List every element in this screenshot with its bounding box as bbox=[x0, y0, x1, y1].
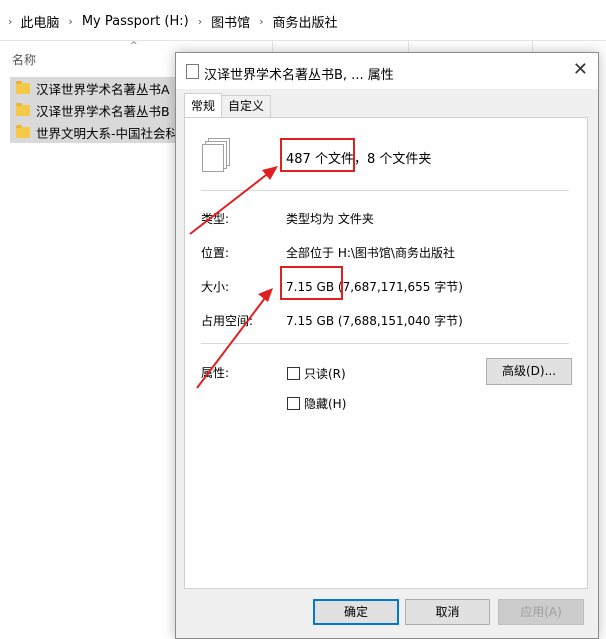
breadcrumb-library[interactable]: 图书馆 bbox=[211, 12, 250, 31]
chevron-right-icon: › bbox=[68, 15, 73, 28]
folder-count: 8 个文件夹 bbox=[366, 152, 432, 167]
tab-panel-general: 487 个文件，8 个文件夹 类型: 类型均为 文件夹 位置: 全部位于 H:\… bbox=[184, 117, 588, 589]
hidden-checkbox[interactable]: 隐藏(H) bbox=[287, 395, 346, 412]
address-bar[interactable]: › 此电脑 › My Passport (H:) › 图书馆 › 商务出版社 bbox=[0, 0, 606, 41]
breadcrumb: › 此电脑 › My Passport (H:) › 图书馆 › 商务出版社 bbox=[8, 12, 338, 31]
list-item[interactable]: 汉译世界学术名著丛书A bbox=[10, 77, 190, 99]
disk-size-label: 占用空间: bbox=[201, 314, 254, 328]
divider bbox=[201, 343, 569, 344]
chevron-right-icon: › bbox=[197, 15, 203, 28]
breadcrumb-publisher[interactable]: 商务出版社 bbox=[273, 12, 338, 31]
readonly-label: 只读(R) bbox=[304, 367, 346, 381]
advanced-button[interactable]: 高级(D)... bbox=[486, 358, 572, 385]
tab-customize[interactable]: 自定义 bbox=[221, 95, 272, 117]
column-name[interactable]: 名称 bbox=[12, 51, 36, 68]
divider bbox=[201, 190, 569, 191]
dialog-title: 汉译世界学术名著丛书B, ... 属性 bbox=[204, 68, 394, 83]
document-icon bbox=[186, 62, 200, 79]
readonly-checkbox[interactable]: 只读(R) bbox=[287, 365, 346, 382]
apply-button[interactable]: 应用(A) bbox=[498, 599, 584, 625]
chevron-right-icon: › bbox=[8, 15, 13, 28]
dialog-titlebar[interactable]: 汉译世界学术名著丛书B, ... 属性 ✕ bbox=[176, 53, 598, 89]
annotation-box-size bbox=[280, 266, 343, 300]
file-list: 汉译世界学术名著丛书A 汉译世界学术名著丛书B 世界文明大系-中国社会科学 bbox=[10, 77, 190, 143]
folder-icon bbox=[16, 80, 30, 94]
hidden-label: 隐藏(H) bbox=[304, 397, 347, 411]
size-bytes: (7,687,171,655 字节) bbox=[337, 280, 463, 294]
breadcrumb-drive[interactable]: My Passport (H:) bbox=[82, 14, 189, 29]
chevron-right-icon: › bbox=[259, 15, 264, 28]
type-value: 类型均为 文件夹 bbox=[286, 212, 374, 226]
file-name: 汉译世界学术名著丛书B bbox=[36, 103, 170, 119]
location-value: 全部位于 H:\图书馆\商务出版社 bbox=[286, 246, 455, 260]
disk-size-value: 7.15 GB (7,688,151,040 字节) bbox=[286, 314, 463, 328]
tab-strip: 常规 自定义 bbox=[184, 93, 272, 117]
file-name: 汉译世界学术名著丛书A bbox=[36, 81, 170, 97]
location-label: 位置: bbox=[201, 246, 230, 260]
checkbox-box[interactable] bbox=[287, 397, 300, 410]
multiple-files-icon bbox=[202, 138, 230, 172]
folder-icon bbox=[16, 124, 30, 138]
ok-button[interactable]: 确定 bbox=[313, 599, 399, 625]
type-label: 类型: bbox=[201, 212, 230, 226]
size-label: 大小: bbox=[201, 280, 230, 294]
tab-general[interactable]: 常规 bbox=[184, 93, 223, 117]
folder-icon bbox=[16, 102, 30, 116]
close-icon[interactable]: ✕ bbox=[573, 60, 588, 80]
cancel-button[interactable]: 取消 bbox=[405, 599, 490, 625]
list-item[interactable]: 汉译世界学术名著丛书B bbox=[10, 99, 190, 121]
file-name: 世界文明大系-中国社会科学 bbox=[36, 125, 190, 141]
checkbox-box[interactable] bbox=[287, 367, 300, 380]
annotation-box-file-count bbox=[280, 138, 355, 172]
properties-dialog: 汉译世界学术名著丛书B, ... 属性 ✕ 常规 自定义 487 个文件，8 个… bbox=[175, 52, 599, 639]
attributes-label: 属性: bbox=[201, 366, 230, 380]
breadcrumb-this-pc[interactable]: 此电脑 bbox=[20, 12, 59, 31]
sort-ascending-icon: ^ bbox=[130, 41, 138, 51]
list-item[interactable]: 世界文明大系-中国社会科学 bbox=[10, 121, 190, 143]
